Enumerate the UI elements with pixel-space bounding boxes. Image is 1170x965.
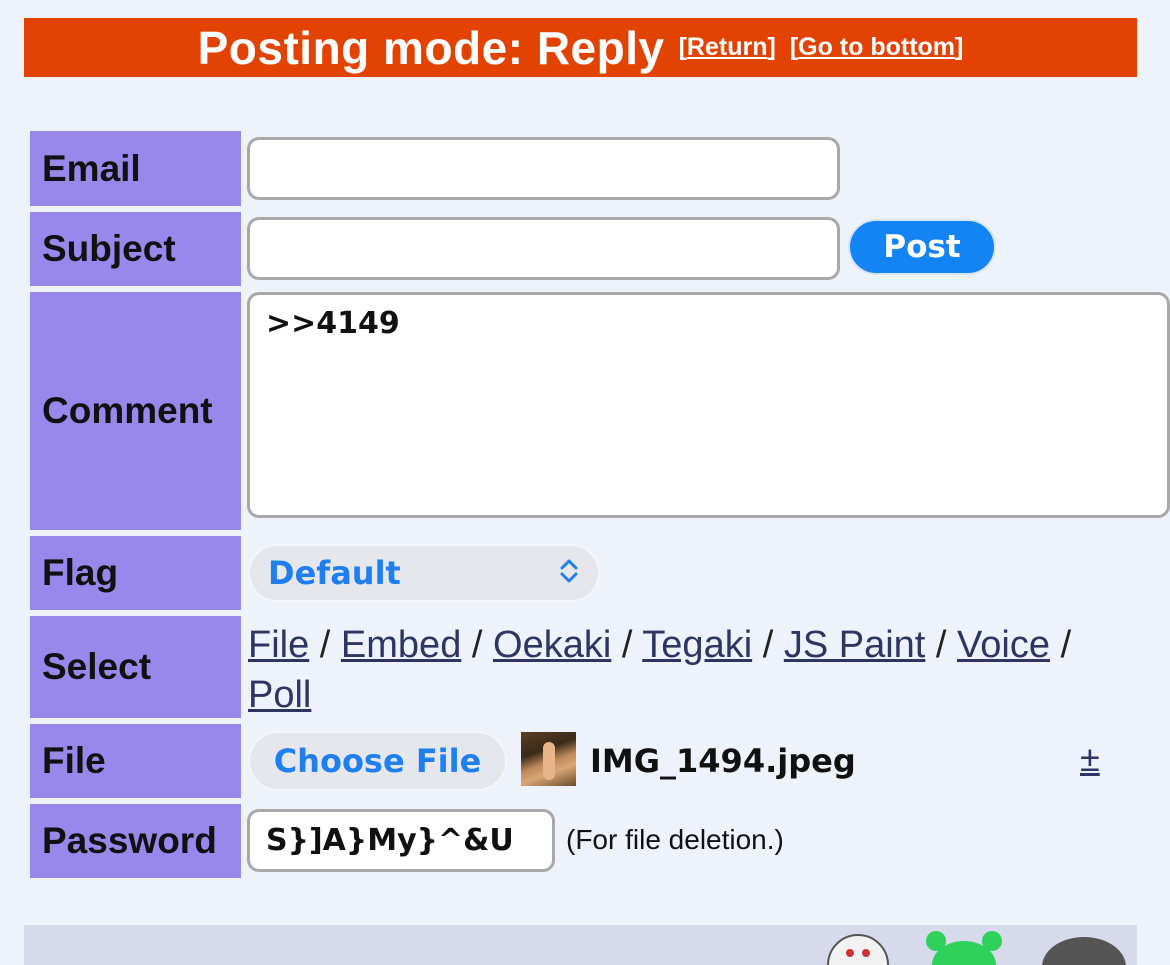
select-option-js-paint[interactable]: JS Paint — [784, 624, 926, 666]
subject-label: Subject — [30, 212, 241, 286]
return-link[interactable]: [Return] — [679, 33, 776, 62]
subject-field[interactable] — [247, 217, 840, 280]
comment-text: >>4149 — [266, 306, 400, 341]
file-label: File — [30, 724, 241, 798]
flag-select[interactable]: Default — [248, 544, 600, 602]
go-to-bottom-link[interactable]: [Go to bottom] — [790, 33, 964, 62]
comment-label: Comment — [30, 292, 241, 530]
email-label: Email — [30, 131, 241, 206]
select-option-tegaki[interactable]: Tegaki — [642, 624, 752, 666]
flag-selected-value: Default — [268, 554, 401, 592]
choose-file-button[interactable]: Choose File — [248, 731, 507, 791]
select-options: File / Embed / Oekaki / Tegaki / JS Pain… — [248, 624, 1072, 716]
chevron-up-down-icon — [558, 556, 580, 590]
flag-label: Flag — [30, 536, 241, 610]
select-option-file[interactable]: File — [248, 624, 309, 666]
posting-mode-banner: Posting mode: Reply [Return] [Go to bott… — [24, 18, 1137, 77]
password-value: S}]A}My}^&U — [266, 823, 514, 858]
mascot-gray-icon — [1042, 937, 1126, 965]
selected-filename: IMG_1494.jpeg — [590, 742, 856, 780]
select-label: Select — [30, 616, 241, 718]
image-thumbnail-icon — [521, 732, 576, 786]
email-field[interactable] — [247, 137, 840, 200]
select-option-embed[interactable]: Embed — [341, 624, 461, 666]
password-label: Password — [30, 804, 241, 878]
post-button[interactable]: Post — [848, 219, 996, 275]
select-option-voice[interactable]: Voice — [957, 624, 1050, 666]
toggle-extra-files-button[interactable]: ± — [1080, 738, 1100, 780]
password-note: (For file deletion.) — [566, 824, 784, 855]
mascot-green-icon — [926, 931, 1002, 965]
posting-mode-title: Posting mode: Reply — [197, 21, 665, 74]
select-option-oekaki[interactable]: Oekaki — [493, 624, 611, 666]
mascot-face-icon — [827, 934, 889, 965]
select-option-poll[interactable]: Poll — [248, 674, 311, 716]
